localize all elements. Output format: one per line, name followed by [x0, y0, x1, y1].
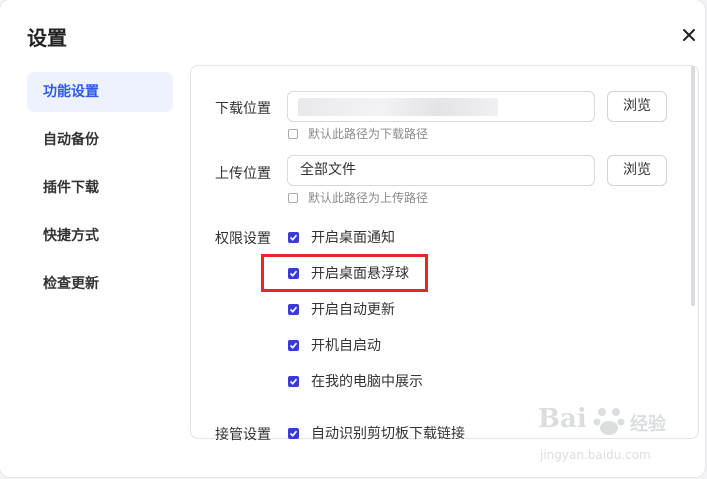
sidebar: 功能设置 自动备份 插件下载 快捷方式 检查更新	[27, 72, 173, 312]
option-desktop-notification[interactable]: 开启桌面通知	[288, 227, 395, 247]
upload-path-value: 全部文件	[300, 162, 356, 178]
sidebar-item-check-update[interactable]: 检查更新	[27, 264, 173, 304]
sidebar-item-shortcuts[interactable]: 快捷方式	[27, 216, 173, 256]
red-highlight-box	[261, 254, 428, 292]
download-default-checkbox[interactable]	[288, 128, 298, 139]
option-label: 开机自启动	[311, 338, 381, 354]
option-label: 开启自动更新	[311, 302, 395, 318]
watermark-brand: Bai	[538, 404, 587, 434]
upload-default-option[interactable]: 默认此路径为上传路径	[288, 189, 428, 206]
settings-dialog: 设置 功能设置 自动备份 插件下载 快捷方式 检查更新 下载位置 浏览 默认此路…	[0, 0, 705, 477]
upload-path-field[interactable]: 全部文件	[287, 155, 595, 186]
option-clipboard-links[interactable]: 自动识别剪切板下载链接	[288, 423, 465, 443]
sidebar-item-auto-backup[interactable]: 自动备份	[27, 120, 173, 160]
download-browse-button[interactable]: 浏览	[607, 91, 667, 122]
download-path-field[interactable]	[287, 91, 595, 122]
watermark-brand-2: 经验	[630, 414, 666, 435]
sidebar-item-function-settings[interactable]: 功能设置	[27, 72, 173, 112]
option-label: 在我的电脑中展示	[311, 374, 423, 390]
baidu-jingyan-watermark: Bai 经验 jingyan.baidu.com	[538, 404, 698, 470]
upload-default-checkbox[interactable]	[288, 192, 298, 203]
watermark-url: jingyan.baidu.com	[540, 448, 651, 462]
paw-icon	[592, 404, 626, 442]
check-icon[interactable]	[288, 427, 299, 439]
permissions-label: 权限设置	[215, 231, 271, 247]
option-label: 开启桌面通知	[311, 230, 395, 246]
takeover-label: 接管设置	[215, 427, 271, 443]
upload-browse-button[interactable]: 浏览	[607, 155, 667, 186]
option-auto-update[interactable]: 开启自动更新	[288, 299, 395, 319]
download-location-label: 下载位置	[215, 101, 271, 117]
blurred-path	[298, 98, 498, 116]
dialog-title: 设置	[27, 26, 67, 50]
upload-default-label: 默认此路径为上传路径	[308, 191, 429, 205]
sidebar-item-plugin-download[interactable]: 插件下载	[27, 168, 173, 208]
check-icon[interactable]	[288, 303, 299, 315]
check-icon[interactable]	[288, 231, 299, 243]
upload-location-label: 上传位置	[215, 166, 271, 182]
check-icon[interactable]	[288, 375, 299, 387]
check-icon[interactable]	[288, 339, 299, 351]
close-icon[interactable]	[680, 26, 698, 44]
option-launch-at-startup[interactable]: 开机自启动	[288, 335, 381, 355]
option-label: 自动识别剪切板下载链接	[311, 426, 465, 442]
option-show-in-my-computer[interactable]: 在我的电脑中展示	[288, 371, 423, 391]
scrollbar[interactable]	[691, 66, 695, 306]
download-default-option[interactable]: 默认此路径为下载路径	[288, 125, 428, 142]
download-default-label: 默认此路径为下载路径	[308, 127, 429, 141]
